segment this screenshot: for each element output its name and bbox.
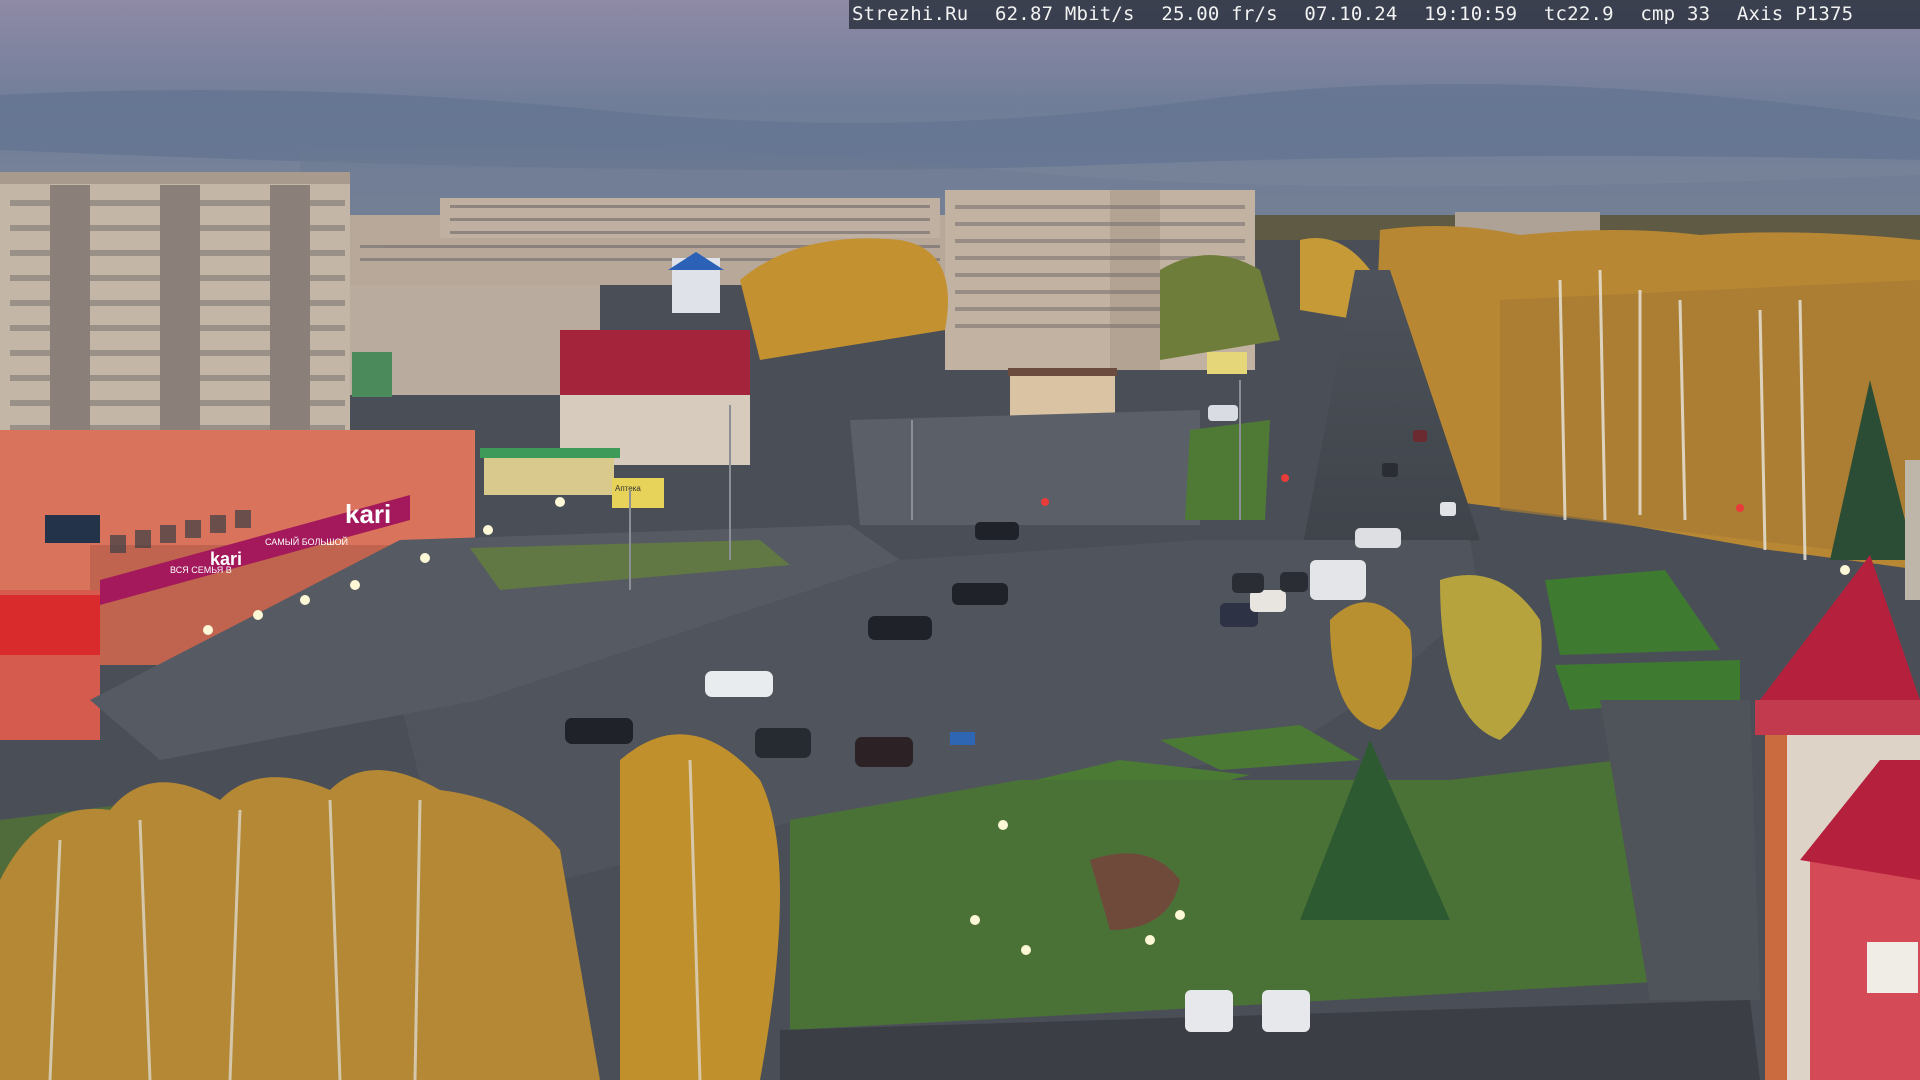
overlay-time: 19:10:59	[1424, 3, 1518, 25]
overlay-camera-model: Axis P1375	[1736, 3, 1854, 25]
overlay-cmp: cmp 33	[1640, 3, 1711, 25]
overlay-date: 07.10.24	[1304, 3, 1398, 25]
webcam-frame: kari kari ВСЯ СЕМЬЯ В САМЫЙ БОЛЬШОЙ Апте…	[0, 0, 1920, 1080]
direction-sign	[950, 732, 975, 745]
green-building	[352, 352, 392, 397]
overlay-site: Strezhi.Ru	[852, 3, 969, 25]
small-pavilion	[1010, 370, 1115, 420]
pharmacy-label: Аптека	[615, 484, 641, 493]
parking-lot	[850, 410, 1200, 525]
store-brand-label: kari	[345, 499, 391, 529]
billboard	[1207, 352, 1247, 374]
overlay-framerate: 25.00 fr/s	[1161, 3, 1278, 25]
store-sub: САМЫЙ БОЛЬШОЙ	[265, 536, 348, 547]
city-square-scene: kari kari ВСЯ СЕМЬЯ В САМЫЙ БОЛЬШОЙ Апте…	[0, 0, 1920, 1080]
overlay-tc: tc22.9	[1543, 3, 1614, 25]
camera-info-overlay: Strezhi.Ru 62.87 Mbit/s 25.00 fr/s 07.10…	[849, 0, 1920, 29]
pharmacy-roof	[480, 448, 620, 458]
pharmacy-kiosk	[484, 455, 614, 495]
overlay-bitrate: 62.87 Mbit/s	[995, 3, 1135, 25]
grass-patch-center-right	[1185, 420, 1270, 520]
store-tagline: ВСЯ СЕМЬЯ В	[170, 565, 232, 575]
